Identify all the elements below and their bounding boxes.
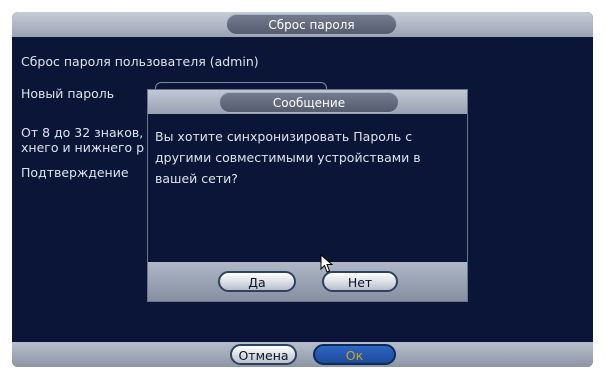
confirm-password-label: Подтверждение xyxy=(21,165,129,180)
ok-button[interactable]: Ок xyxy=(313,344,396,365)
yes-button[interactable]: Да xyxy=(218,271,296,292)
no-button[interactable]: Нет xyxy=(322,271,398,292)
window-title: Сброс пароля xyxy=(226,14,397,35)
dialog-titlebar: Сообщение xyxy=(148,90,467,114)
password-hint-line2: хнего и нижнего р xyxy=(21,140,145,155)
password-hint-line1: От 8 до 32 знаков, xyxy=(21,125,144,140)
new-password-label: Новый пароль xyxy=(21,86,115,101)
reset-user-label: Сброс пароля пользователя (admin) xyxy=(21,54,259,69)
dialog-message: Вы хотите синхронизировать Пароль с друг… xyxy=(155,129,421,186)
cancel-button[interactable]: Отмена xyxy=(230,344,297,365)
message-dialog: Сообщение Вы хотите синхронизировать Пар… xyxy=(147,89,468,302)
password-reset-window: Сброс пароля Сброс пароля пользователя (… xyxy=(12,12,593,367)
window-footer: Отмена Ок xyxy=(12,342,593,367)
dialog-title: Сообщение xyxy=(219,92,399,113)
window-titlebar: Сброс пароля xyxy=(12,12,593,37)
mouse-pointer-icon xyxy=(320,254,334,273)
dialog-footer: Да Нет xyxy=(148,262,467,301)
